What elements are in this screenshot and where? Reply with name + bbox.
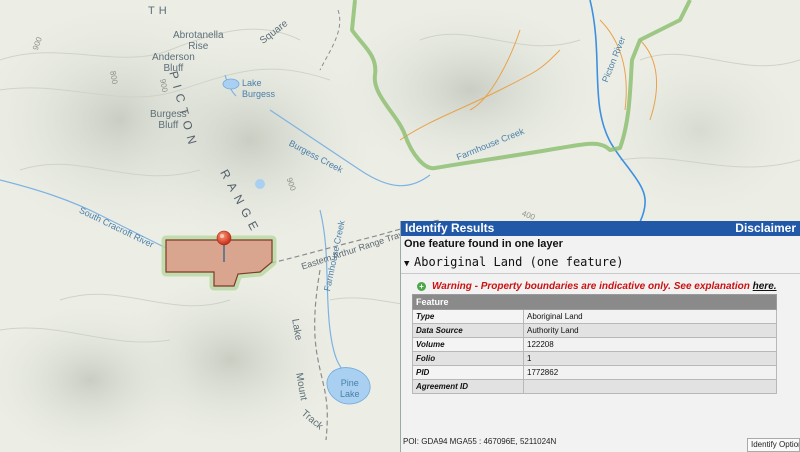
map-label-lake-burgess: Lake Burgess [242, 78, 276, 99]
feature-table: Feature Type Aboriginal Land Data Source A… [412, 294, 777, 394]
table-row: Data Source Authority Land [412, 323, 777, 338]
attr-key: Data Source [412, 323, 524, 338]
attr-value: 1 [523, 351, 777, 366]
map-label-th: TH [148, 5, 171, 17]
results-summary: One feature found in one layer [404, 238, 563, 250]
attr-key: Agreement ID [412, 379, 524, 394]
attr-key: Folio [412, 351, 524, 366]
contour-label-900b: 900 [158, 78, 170, 93]
identify-options-button[interactable]: Identify Options [747, 438, 800, 452]
attr-key: PID [412, 365, 524, 380]
layer-group-toggle[interactable]: ▼ Aboriginal Land (one feature) [401, 251, 800, 274]
table-row: Folio 1 [412, 351, 777, 366]
table-row: Type Aboriginal Land [412, 309, 777, 324]
attr-value: 122208 [523, 337, 777, 352]
panel-title: Identify Results [405, 221, 495, 235]
map-label-pine-lake: Pine Lake [340, 378, 360, 399]
attr-key: Volume [412, 337, 524, 352]
warning-text: Warning - Property boundaries are indica… [432, 281, 753, 292]
table-row: PID 1772862 [412, 365, 777, 380]
attr-value: Authority Land [523, 323, 777, 338]
table-row: Agreement ID [412, 379, 777, 394]
attr-value: Aboriginal Land [523, 309, 777, 324]
expand-plus-icon[interactable]: + [417, 281, 426, 291]
collapse-triangle-icon[interactable]: ▼ [404, 256, 414, 272]
disclaimer-link[interactable]: Disclaimer [735, 221, 796, 236]
attr-key: Type [412, 309, 524, 324]
attr-value [523, 379, 777, 394]
attr-value: 1772862 [523, 365, 777, 380]
identify-results-panel: Identify Results Disclaimer One feature … [400, 221, 800, 452]
warning-message: + Warning - Property boundaries are indic… [401, 274, 800, 294]
feature-table-header: Feature [412, 294, 777, 310]
layer-heading: Aboriginal Land (one feature) [414, 255, 624, 269]
map-label-abrotanella-rise: Abrotanella Rise [173, 30, 224, 52]
contour-label-800: 800 [108, 70, 120, 85]
table-row: Volume 122208 [412, 337, 777, 352]
panel-header: Identify Results Disclaimer [401, 221, 800, 236]
poi-coordinates-status: POI: GDA94 MGA55 : 467096E, 5211024N [403, 437, 557, 446]
warning-explanation-link[interactable]: here. [753, 281, 777, 292]
